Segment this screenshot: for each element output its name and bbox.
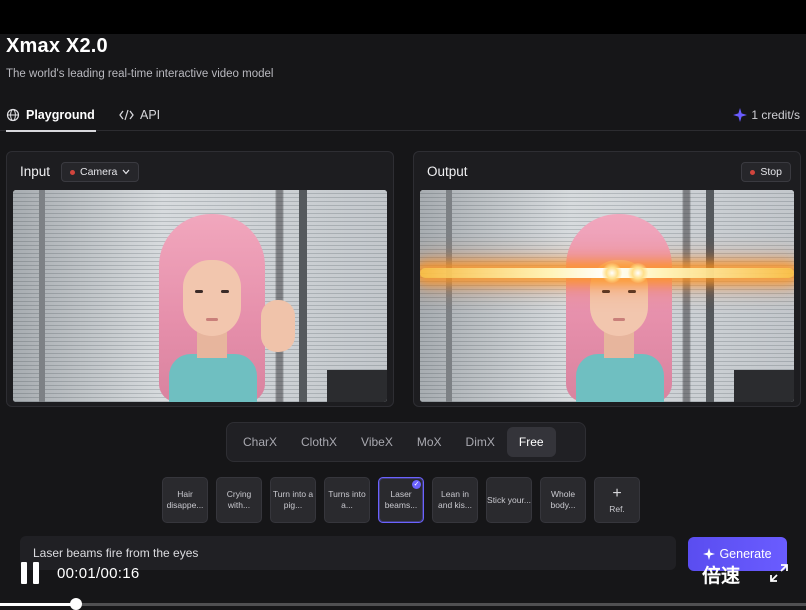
- preset-list: Hair disappe... Crying with... Turn into a…: [162, 477, 640, 525]
- mode-tab-vibex[interactable]: VibeX: [349, 427, 405, 457]
- tab-api[interactable]: API: [119, 98, 160, 131]
- person-figure: [123, 214, 313, 402]
- tab-api-label: API: [140, 107, 161, 122]
- preset-label: Whole body...: [550, 489, 576, 510]
- app-title: Xmax X2.0: [6, 35, 108, 57]
- preset-label: Crying with...: [226, 489, 252, 510]
- recording-dot-icon: [70, 169, 75, 175]
- output-video: [420, 190, 794, 402]
- add-reference-button[interactable]: + Ref.: [594, 477, 640, 523]
- person-figure: [530, 214, 720, 402]
- generate-label: Generate: [719, 547, 772, 561]
- fullscreen-icon[interactable]: [768, 562, 790, 584]
- sparkle-icon: [733, 108, 748, 122]
- camera-source-select[interactable]: Camera: [61, 162, 140, 182]
- preset-card[interactable]: Crying with...: [216, 477, 262, 523]
- pause-button[interactable]: [20, 562, 40, 584]
- chevron-down-icon: [122, 169, 130, 175]
- preset-card[interactable]: Turns into a...: [324, 477, 370, 523]
- app-subtitle: The world's leading real-time interactiv…: [6, 68, 274, 80]
- preset-label: Lean in and kis...: [437, 489, 473, 510]
- input-video: [13, 190, 387, 402]
- credits-indicator: 1 credit/s: [733, 108, 800, 122]
- mode-tab-charx[interactable]: CharX: [231, 427, 289, 457]
- input-panel: Input Camera: [6, 151, 394, 407]
- preset-label: Stick your...: [487, 494, 531, 505]
- tab-playground-label: Playground: [26, 107, 95, 122]
- preset-card[interactable]: Stick your...: [486, 477, 532, 523]
- stop-button[interactable]: Stop: [741, 162, 791, 182]
- preset-card[interactable]: Whole body...: [540, 477, 586, 523]
- app-window: Xmax X2.0 The world's leading real-time …: [0, 34, 806, 610]
- credits-label: 1 credit/s: [751, 108, 800, 122]
- sparkle-icon: [703, 548, 716, 560]
- laser-flare-right: [628, 263, 648, 283]
- preset-card[interactable]: Laser beams... ✓: [378, 477, 424, 523]
- output-label: Output: [427, 164, 468, 179]
- pause-icon: [21, 562, 27, 584]
- code-icon: [119, 109, 134, 120]
- prompt-text: Laser beams fire from the eyes: [33, 546, 199, 560]
- mode-tab-clothx[interactable]: ClothX: [289, 427, 349, 457]
- output-panel: Output Stop: [413, 151, 801, 407]
- preset-label: Hair disappe...: [166, 489, 204, 510]
- preset-card[interactable]: Lean in and kis...: [432, 477, 478, 523]
- mode-tab-dimx[interactable]: DimX: [454, 427, 507, 457]
- preset-card[interactable]: Hair disappe...: [162, 477, 208, 523]
- mode-selector: CharX ClothX VibeX MoX DimX Free: [226, 422, 586, 462]
- tab-playground[interactable]: Playground: [6, 98, 96, 132]
- camera-source-label: Camera: [80, 166, 118, 178]
- preset-card[interactable]: Turn into a pig...: [270, 477, 316, 523]
- ref-label: Ref.: [609, 503, 625, 514]
- tab-bar: Playground API: [0, 98, 806, 132]
- stop-label: Stop: [760, 166, 782, 178]
- peace-sign-hand: [261, 300, 295, 352]
- check-icon: ✓: [412, 480, 421, 489]
- preset-label: Laser beams...: [384, 489, 418, 510]
- plus-icon: +: [612, 484, 622, 502]
- globe-icon: [6, 108, 20, 121]
- preset-label: Turn into a pig...: [272, 489, 314, 510]
- prompt-input[interactable]: Laser beams fire from the eyes: [20, 536, 676, 570]
- mode-tab-mox[interactable]: MoX: [405, 427, 454, 457]
- mode-tab-free[interactable]: Free: [506, 427, 556, 457]
- input-label: Input: [20, 164, 51, 179]
- playback-speed-button[interactable]: 倍速: [702, 561, 740, 588]
- preset-label: Turns into a...: [328, 489, 366, 510]
- laser-flare-left: [602, 263, 622, 283]
- stop-dot-icon: [750, 169, 756, 175]
- top-black-bar: [0, 0, 806, 34]
